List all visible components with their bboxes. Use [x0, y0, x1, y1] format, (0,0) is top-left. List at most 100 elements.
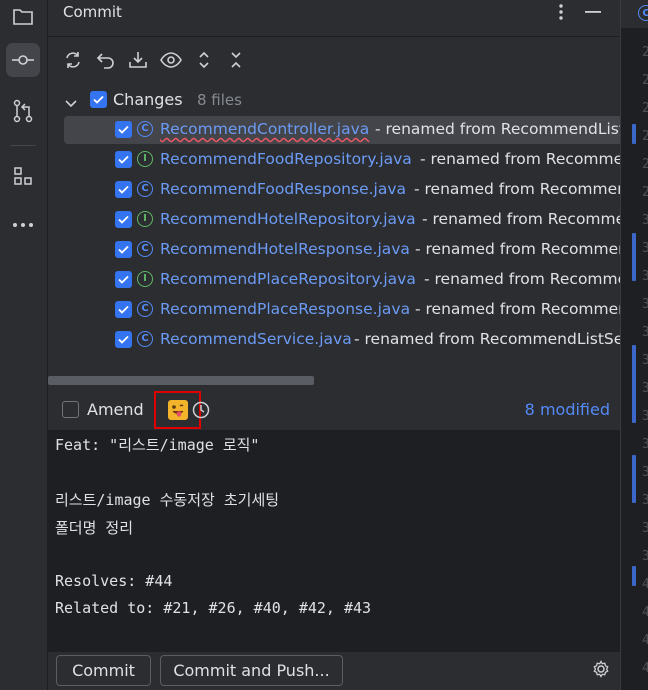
interface-file-icon: I [137, 271, 153, 287]
file-checkbox[interactable] [115, 151, 132, 168]
file-rename-note: - renamed from Recommen [422, 210, 620, 228]
message-line: 리스트/image 수동저장 초기세팅 [55, 491, 280, 509]
file-rename-note: - renamed from RecommendListSe [354, 330, 620, 348]
refresh-icon[interactable] [62, 49, 84, 71]
project-icon[interactable] [6, 0, 40, 34]
change-marker [632, 124, 636, 144]
pull-requests-icon[interactable] [6, 94, 40, 128]
message-line: Related to: #21, #26, #40, #42, #43 [55, 599, 372, 617]
line-number: 4 [642, 633, 648, 648]
activity-separator [10, 145, 36, 146]
changes-group-row[interactable]: Changes 8 files [48, 86, 620, 114]
panel-header: Commit [48, 0, 620, 26]
update-icon[interactable] [127, 49, 149, 71]
line-number: 3 [642, 437, 648, 452]
line-number: 4 [642, 577, 648, 592]
file-rename-note: - renamed from Recommen [414, 180, 620, 198]
changes-checkbox[interactable] [90, 91, 107, 108]
line-number: 3 [642, 241, 648, 256]
chevron-down-icon[interactable] [65, 94, 77, 112]
more-options-icon[interactable] [551, 0, 571, 24]
file-rename-note: - renamed from Recommen [415, 240, 620, 258]
commit-message-editor[interactable]: Feat: "리스트/image 로직" 리스트/image 수동저장 초기세팅폴… [48, 430, 620, 652]
file-rename-note: - renamed from Recommen [424, 270, 620, 288]
line-number: 2 [642, 185, 648, 200]
changes-count: 8 files [197, 91, 242, 109]
gear-icon[interactable] [592, 660, 610, 682]
class-file-icon: C [137, 241, 153, 257]
file-row[interactable]: C RecommendFoodResponse.java - renamed fro… [48, 176, 620, 204]
file-checkbox[interactable] [115, 181, 132, 198]
line-number: 3 [642, 465, 648, 480]
minimize-icon[interactable] [583, 0, 603, 24]
file-row[interactable]: I RecommendHotelRepository.java - renamed … [48, 206, 620, 234]
file-checkbox[interactable] [115, 271, 132, 288]
line-number: 2 [642, 157, 648, 172]
file-row[interactable]: C RecommendPlaceResponse.java - renamed fr… [48, 296, 620, 324]
line-number: 2 [642, 129, 648, 144]
file-name: RecommendPlaceResponse.java [160, 300, 411, 318]
file-name: RecommendFoodRepository.java [160, 150, 412, 168]
line-number: 3 [642, 269, 648, 284]
class-file-icon: C [137, 181, 153, 197]
file-checkbox[interactable] [115, 211, 132, 228]
commit-toolbar [48, 36, 620, 82]
commit-actions-bar: Commit Commit and Push... [48, 652, 620, 690]
rollback-icon[interactable] [95, 49, 117, 71]
file-row[interactable]: I RecommendFoodRepository.java - renamed f… [48, 146, 620, 174]
class-file-icon: C [137, 301, 153, 317]
amend-label: Amend [87, 400, 144, 419]
message-line: Feat: "리스트/image 로직" [55, 436, 260, 454]
file-name: RecommendPlaceRepository.java [160, 270, 416, 288]
class-file-icon: C [137, 331, 153, 347]
file-checkbox[interactable] [115, 241, 132, 258]
more-tools-icon[interactable] [6, 208, 40, 242]
line-number: 2 [642, 45, 648, 60]
commit-and-push-button[interactable]: Commit and Push... [160, 655, 343, 686]
file-checkbox[interactable] [115, 331, 132, 348]
line-number: 3 [642, 381, 648, 396]
line-number: 3 [642, 353, 648, 368]
horizontal-scrollbar[interactable] [48, 376, 314, 385]
expand-all-icon[interactable] [193, 49, 215, 71]
changes-label: Changes [113, 90, 183, 109]
change-marker [632, 455, 636, 503]
line-number: 3 [642, 213, 648, 228]
line-number: 3 [642, 325, 648, 340]
line-number: 3 [642, 493, 648, 508]
file-checkbox[interactable] [115, 301, 132, 318]
line-number: 3 [642, 409, 648, 424]
file-row[interactable]: C RecommendService.java - renamed from Rec… [48, 326, 620, 354]
clock-icon[interactable] [192, 401, 210, 419]
file-checkbox[interactable] [115, 121, 132, 138]
editor-gutter: C 2 2 2 2 2 2 3 3 3 3 3 3 3 3 3 3 3 3 3 4 4 4 4 [620, 0, 648, 690]
commit-button[interactable]: Commit [56, 655, 151, 686]
editor-tab[interactable]: C [621, 0, 648, 28]
file-row[interactable]: C RecommendHotelResponse.java - renamed fr… [48, 236, 620, 264]
emoji-icon[interactable] [167, 400, 188, 420]
file-name: RecommendService.java [160, 330, 352, 348]
file-name: RecommendFoodResponse.java [160, 180, 407, 198]
change-marker [632, 345, 636, 423]
line-number: 4 [642, 605, 648, 620]
amend-checkbox[interactable] [62, 401, 79, 418]
message-line: 폴더명 정리 [55, 518, 134, 537]
changes-tree: Changes 8 files C RecommendController.jav… [48, 86, 620, 386]
file-row[interactable]: I RecommendPlaceRepository.java - renamed … [48, 266, 620, 294]
line-number: 3 [642, 297, 648, 312]
commit-panel: Commit Changes 8 files C RecommendContro… [48, 0, 620, 690]
modified-count-link[interactable]: 8 modified [525, 400, 610, 419]
file-name: RecommendHotelResponse.java [160, 240, 410, 258]
activity-bar [0, 0, 48, 690]
line-number: 3 [642, 521, 648, 536]
file-row[interactable]: C RecommendController.java - renamed from … [64, 116, 620, 144]
interface-file-icon: I [137, 211, 153, 227]
file-name: RecommendHotelRepository.java [160, 210, 416, 228]
commit-icon[interactable] [6, 43, 40, 77]
file-rename-note: - renamed from Recommen [415, 300, 620, 318]
collapse-all-icon[interactable] [225, 49, 247, 71]
panel-title: Commit [63, 3, 122, 21]
change-marker [632, 566, 636, 586]
structure-icon[interactable] [6, 159, 40, 193]
show-diff-icon[interactable] [160, 49, 182, 71]
